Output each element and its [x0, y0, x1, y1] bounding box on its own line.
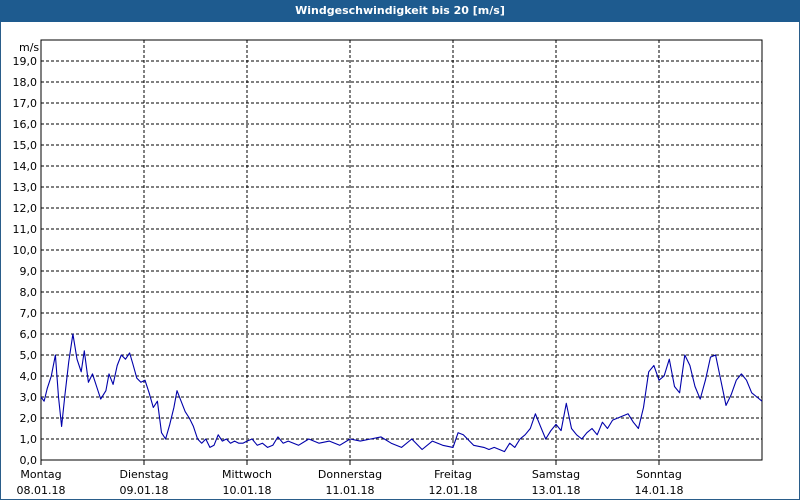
y-tick-label: 13,0 [13, 181, 38, 194]
x-tick-day: Mittwoch [222, 468, 272, 481]
axis-labels: 0,0 1,0 2,0 3,0 4,0 5,0 6,0 7,0 8,0 9,0 10,0 11,0 12… [13, 55, 684, 497]
x-tick-day: Donnerstag [318, 468, 382, 481]
x-tick-day: Samstag [532, 468, 580, 481]
y-tick-label: 14,0 [13, 160, 38, 173]
y-tick-label: 11,0 [13, 223, 38, 236]
y-tick-label: 9,0 [20, 265, 38, 278]
y-tick-label: 5,0 [20, 349, 38, 362]
y-tick-label: 10,0 [13, 244, 38, 257]
y-axis-label: m/s [19, 41, 39, 54]
wind-speed-line [40, 333, 763, 453]
y-tick-label: 8,0 [20, 286, 38, 299]
y-tick-label: 15,0 [13, 139, 38, 152]
y-tick-label: 7,0 [20, 307, 38, 320]
y-tick-label: 1,0 [20, 433, 38, 446]
y-tick-label: 6,0 [20, 328, 38, 341]
x-tick-date: 12.01.18 [429, 484, 478, 497]
y-tick-label: 16,0 [13, 118, 38, 131]
y-tick-label: 2,0 [20, 412, 38, 425]
x-tick-day: Dienstag [119, 468, 168, 481]
x-tick-day: Sonntag [636, 468, 682, 481]
x-tick-date: 13.01.18 [532, 484, 581, 497]
y-tick-label: 0,0 [20, 454, 38, 467]
y-tick-label: 17,0 [13, 97, 38, 110]
y-tick-label: 3,0 [20, 391, 38, 404]
x-tick-day: Montag [20, 468, 61, 481]
x-tick-date: 10.01.18 [223, 484, 272, 497]
y-tick-label: 19,0 [13, 55, 38, 68]
x-tick-date: 09.01.18 [120, 484, 169, 497]
x-tick-date: 14.01.18 [635, 484, 684, 497]
y-tick-label: 12,0 [13, 202, 38, 215]
wind-speed-chart: m/s 0,0 1,0 2,0 3,0 4,0 5,0 6,0 7,0 8,0 9,0 10,0 11… [13, 39, 763, 497]
y-tick-label: 18,0 [13, 76, 38, 89]
x-tick-date: 11.01.18 [326, 484, 375, 497]
grid-lines [41, 40, 762, 460]
y-tick-label: 4,0 [20, 370, 38, 383]
series-layer [40, 333, 763, 453]
x-tick-day: Freitag [434, 468, 472, 481]
x-tick-date: 08.01.18 [17, 484, 66, 497]
